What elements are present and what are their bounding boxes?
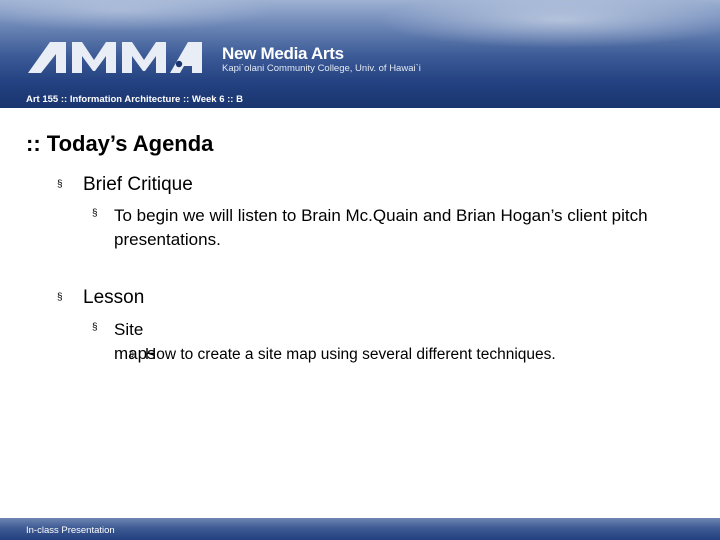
bullet-text: Brief Critique (83, 174, 193, 195)
bullet-marker: § (92, 208, 98, 219)
bullet-text: Lesson (83, 287, 145, 308)
brand-subtitle: Kapi`olani Community College, Univ. of H… (222, 63, 421, 74)
bullet-marker: § (129, 350, 135, 360)
course-line: Art 155 :: Information Architecture :: W… (26, 94, 243, 105)
new-media-arts-logo (28, 42, 202, 73)
bullet-text: To begin we will listen to Brain Mc.Quai… (114, 206, 648, 249)
bullet-text: How to create a site map using several d… (145, 346, 556, 363)
bullet-marker: § (57, 292, 63, 303)
header-banner: New Media Arts Kapi`olani Community Coll… (0, 0, 720, 108)
footer-bar: In-class Presentation (0, 518, 720, 540)
slide-title: :: Today’s Agenda (26, 131, 214, 156)
brand-title: New Media Arts (222, 44, 344, 63)
bullet-marker: § (92, 322, 98, 333)
bullet-marker: § (57, 179, 63, 190)
footer-text: In-class Presentation (26, 525, 115, 536)
